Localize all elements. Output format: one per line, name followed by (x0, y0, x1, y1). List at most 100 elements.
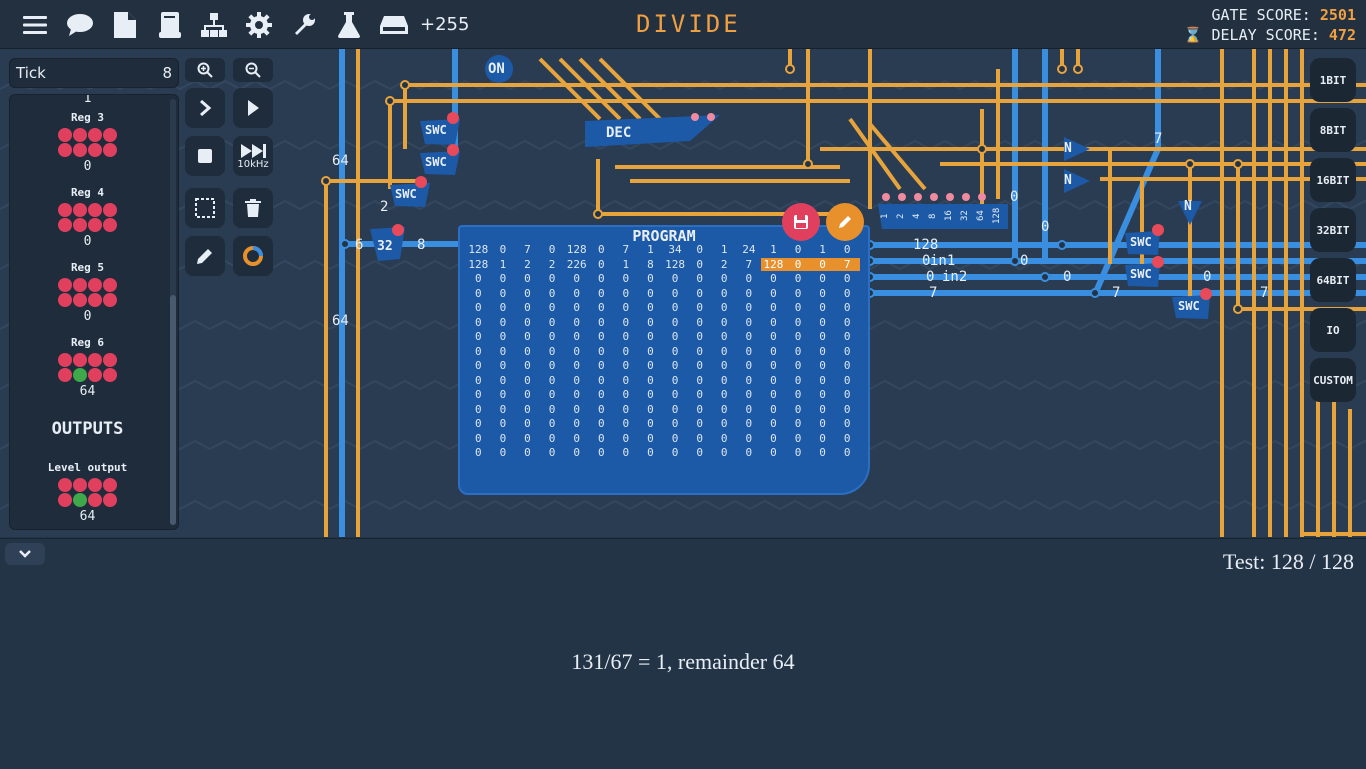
program-cell[interactable]: 0 (687, 258, 712, 271)
program-cell[interactable]: 0 (761, 403, 786, 416)
program-cell[interactable]: 0 (810, 432, 835, 445)
program-cell[interactable]: 0 (687, 359, 712, 372)
program-cell[interactable]: 0 (540, 287, 565, 300)
program-cell[interactable]: 0 (810, 446, 835, 459)
program-cell[interactable]: 0 (835, 446, 860, 459)
zoom-in-button[interactable] (185, 58, 225, 82)
program-cell[interactable]: 0 (737, 403, 762, 416)
program-cell[interactable]: 0 (614, 446, 639, 459)
program-cell[interactable]: 0 (663, 301, 688, 314)
program-cell[interactable]: 24 (737, 243, 762, 256)
program-cell[interactable]: 0 (737, 345, 762, 358)
program-cell[interactable]: 0 (810, 359, 835, 372)
program-cell[interactable]: 0 (786, 345, 811, 358)
program-cell[interactable]: 0 (564, 359, 589, 372)
program-cell[interactable]: 0 (589, 258, 614, 271)
program-cell[interactable]: 0 (687, 301, 712, 314)
book-icon[interactable] (153, 8, 187, 42)
program-cell[interactable]: 0 (737, 374, 762, 387)
program-cell[interactable]: 0 (614, 388, 639, 401)
program-cell[interactable]: 0 (737, 272, 762, 285)
program-cell[interactable]: 0 (663, 359, 688, 372)
program-cell[interactable]: 0 (687, 287, 712, 300)
program-cell[interactable]: 0 (663, 446, 688, 459)
program-cell[interactable]: 0 (687, 243, 712, 256)
program-cell[interactable]: 0 (712, 359, 737, 372)
program-cell[interactable]: 0 (835, 345, 860, 358)
program-cell[interactable]: 0 (638, 272, 663, 285)
program-cell[interactable]: 0 (761, 272, 786, 285)
program-cell[interactable]: 0 (786, 446, 811, 459)
program-cell[interactable]: 0 (540, 417, 565, 430)
program-cell[interactable]: 0 (687, 417, 712, 430)
program-cell[interactable]: 0 (786, 417, 811, 430)
program-cell[interactable]: 0 (712, 417, 737, 430)
program-cell[interactable]: 0 (564, 301, 589, 314)
program-cell[interactable]: 0 (761, 417, 786, 430)
program-cell[interactable]: 0 (761, 446, 786, 459)
program-cell[interactable]: 0 (466, 330, 491, 343)
component-category-16bit[interactable]: 16BIT (1310, 158, 1356, 202)
program-cell[interactable]: 0 (835, 243, 860, 256)
program-cell[interactable]: 0 (614, 374, 639, 387)
not-gates[interactable] (1064, 137, 1202, 225)
program-cell[interactable]: 0 (638, 359, 663, 372)
program-cell[interactable]: 0 (835, 388, 860, 401)
program-cell[interactable]: 2 (712, 258, 737, 271)
program-cell[interactable]: 1 (614, 258, 639, 271)
program-cell[interactable]: 0 (835, 374, 860, 387)
component-category-8bit[interactable]: 8BIT (1310, 108, 1356, 152)
program-cell[interactable]: 0 (810, 272, 835, 285)
program-cell[interactable]: 0 (491, 316, 516, 329)
program-cell[interactable]: 0 (761, 287, 786, 300)
program-cell[interactable]: 226 (564, 258, 589, 271)
document-icon[interactable] (108, 8, 142, 42)
program-cell[interactable]: 0 (540, 243, 565, 256)
program-cell[interactable]: 0 (589, 359, 614, 372)
program-cell[interactable]: 0 (663, 316, 688, 329)
program-cell[interactable]: 0 (614, 359, 639, 372)
select-button[interactable] (185, 188, 225, 228)
program-cell[interactable]: 0 (491, 287, 516, 300)
program-cell[interactable]: 0 (515, 287, 540, 300)
program-cell[interactable]: 0 (737, 287, 762, 300)
program-cell[interactable]: 0 (761, 388, 786, 401)
program-cell[interactable]: 0 (687, 432, 712, 445)
program-cell[interactable]: 0 (515, 388, 540, 401)
program-cell[interactable]: 0 (515, 359, 540, 372)
step-button[interactable] (185, 88, 225, 128)
program-cell[interactable]: 7 (834, 257, 860, 271)
program-cell[interactable]: 0 (491, 417, 516, 430)
program-cell[interactable]: 0 (810, 316, 835, 329)
component-category-1bit[interactable]: 1BIT (1310, 58, 1356, 102)
program-cell[interactable]: 0 (761, 316, 786, 329)
program-cell[interactable]: 0 (810, 403, 835, 416)
program-cell[interactable]: 1 (638, 243, 663, 256)
program-cell[interactable]: 0 (687, 330, 712, 343)
program-cell[interactable]: 0 (491, 359, 516, 372)
program-cell[interactable]: 0 (687, 388, 712, 401)
wrench-icon[interactable] (287, 8, 321, 42)
program-cell[interactable]: 0 (712, 316, 737, 329)
program-cell[interactable]: 0 (515, 374, 540, 387)
program-cell[interactable]: 0 (786, 243, 811, 256)
program-cell[interactable]: 0 (761, 301, 786, 314)
program-cell[interactable]: 0 (712, 403, 737, 416)
program-cell[interactable]: 0 (712, 287, 737, 300)
draw-wire-button[interactable] (185, 236, 225, 276)
program-cell[interactable]: 0 (638, 301, 663, 314)
program-cell[interactable]: 128 (761, 257, 786, 271)
program-cell[interactable]: 0 (540, 345, 565, 358)
program-cell[interactable]: 0 (761, 330, 786, 343)
program-cell[interactable]: 0 (466, 446, 491, 459)
program-cell[interactable]: 0 (564, 417, 589, 430)
program-cell[interactable]: 0 (589, 345, 614, 358)
program-cell[interactable]: 0 (786, 330, 811, 343)
program-cell[interactable]: 0 (515, 272, 540, 285)
program-cell[interactable]: 0 (638, 345, 663, 358)
component-category-32bit[interactable]: 32BIT (1310, 208, 1356, 252)
program-cell[interactable]: 0 (589, 301, 614, 314)
program-cell[interactable]: 0 (810, 374, 835, 387)
program-cell[interactable]: 0 (712, 330, 737, 343)
program-cell[interactable]: 0 (786, 316, 811, 329)
